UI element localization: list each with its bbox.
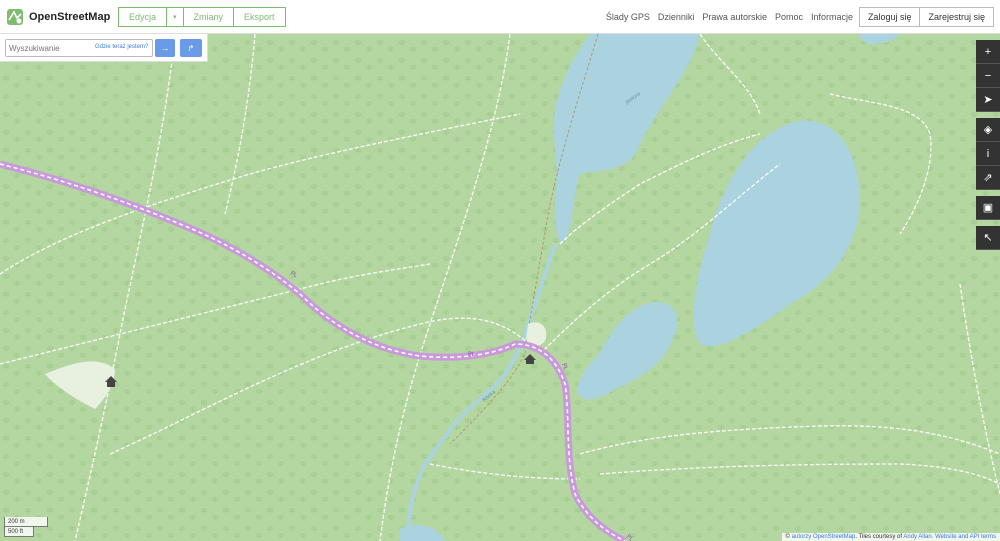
osm-logo-icon <box>7 9 23 25</box>
zoom-in-button[interactable]: + <box>976 40 1000 64</box>
scale-metric: 200 m <box>4 517 48 527</box>
nav-help[interactable]: Pomoc <box>775 12 803 22</box>
nav-diaries[interactable]: Dzienniki <box>658 12 695 22</box>
export-button[interactable]: Eksport <box>234 7 286 27</box>
top-bar: OpenStreetMap Edycja ▾ Zmiany Eksport Śl… <box>0 0 1000 34</box>
info-icon: i <box>986 147 990 160</box>
auth-buttons: Zaloguj się Zarejestruj się <box>858 7 994 27</box>
directions-icon: ↱ <box>187 43 195 53</box>
layers-button[interactable]: ◈ <box>976 118 1000 142</box>
edit-button[interactable]: Edycja <box>118 7 168 27</box>
login-button[interactable]: Zaloguj się <box>858 7 921 27</box>
edit-button-group: Edycja ▾ Zmiany Eksport <box>118 7 286 27</box>
location-arrow-icon: ➤ <box>983 94 993 106</box>
map-canvas[interactable]: ȹ ȹ <box>0 34 1000 541</box>
logo[interactable]: OpenStreetMap <box>6 8 110 26</box>
nav-about[interactable]: Informacje <box>811 12 853 22</box>
search-panel: Gdzie teraz jestem? → ↱ <box>0 34 208 62</box>
plus-icon: + <box>984 45 992 58</box>
register-button[interactable]: Zarejestruj się <box>920 7 994 27</box>
scale-imperial: 500 ft <box>4 527 34 537</box>
directions-button[interactable]: ↱ <box>180 39 202 57</box>
tiles-author-link[interactable]: Andy Allan <box>903 534 931 540</box>
nav-gps-traces[interactable]: Ślady GPS <box>606 12 650 22</box>
scale-bar: 200 m 500 ft <box>4 517 48 537</box>
search-submit-button[interactable]: → <box>155 39 175 57</box>
locate-button[interactable]: ➤ <box>976 88 1000 112</box>
arrow-right-icon: → <box>160 43 170 53</box>
secondary-nav: Ślady GPS Dzienniki Prawa autorskie Pomo… <box>606 12 853 22</box>
brand-name: OpenStreetMap <box>29 11 111 23</box>
cursor-query-icon: ↖ <box>983 232 993 244</box>
osm-contributors-link[interactable]: autorzy OpenStreetMap <box>792 534 856 540</box>
legend-button[interactable]: i <box>976 142 1000 166</box>
query-features-button[interactable]: ↖ <box>976 226 1000 250</box>
map-tiles: ȹ ȹ <box>0 34 1000 541</box>
map-controls: + − ➤ ◈ i ⇗ ▣ ↖ <box>976 40 1000 250</box>
share-icon: ⇗ <box>983 172 993 184</box>
attribution: © autorzy OpenStreetMap. Tiles courtesy … <box>781 533 1000 541</box>
layers-icon: ◈ <box>983 124 993 136</box>
share-button[interactable]: ⇗ <box>976 166 1000 190</box>
minus-icon: − <box>984 69 992 82</box>
edit-dropdown-icon[interactable]: ▾ <box>167 7 184 27</box>
route-label: PL <box>468 351 476 358</box>
attribution-tiles: . Tiles courtesy of <box>855 534 904 540</box>
where-am-i-link[interactable]: Gdzie teraz jestem? <box>95 44 148 50</box>
nav-copyright[interactable]: Prawa autorskie <box>702 12 767 22</box>
add-note-button[interactable]: ▣ <box>976 196 1000 220</box>
zoom-out-button[interactable]: − <box>976 64 1000 88</box>
changes-button[interactable]: Zmiany <box>183 7 235 27</box>
note-icon: ▣ <box>982 202 994 214</box>
api-terms-link[interactable]: . Website and API terms <box>932 534 996 540</box>
